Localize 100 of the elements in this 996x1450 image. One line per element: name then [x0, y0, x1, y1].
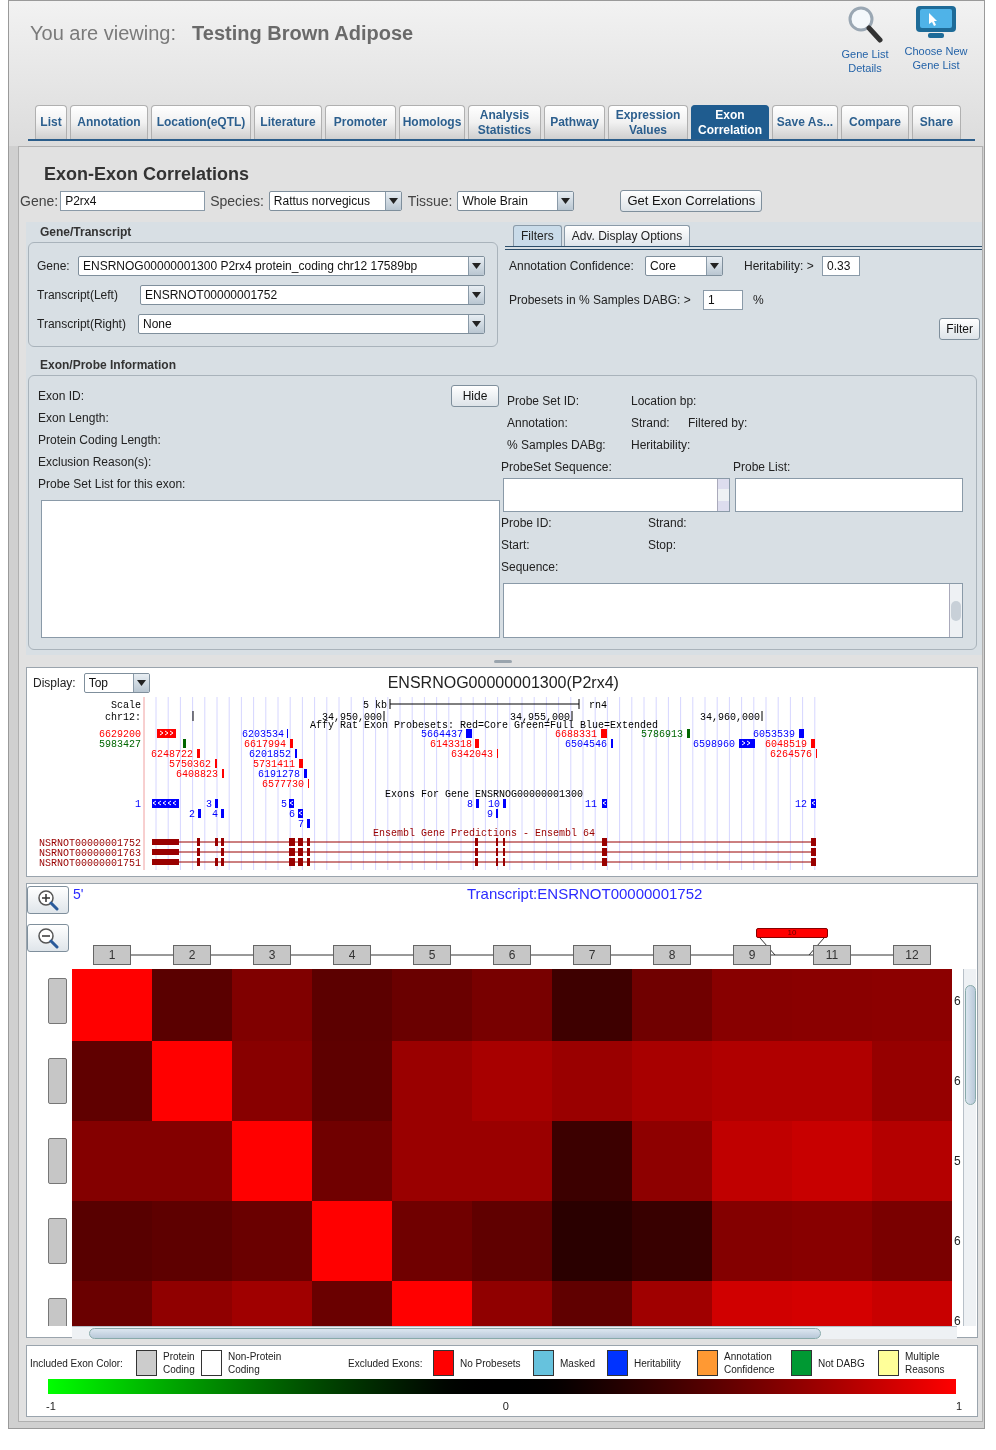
exon-button[interactable]: 7	[573, 945, 611, 965]
scrollbar[interactable]	[717, 479, 729, 511]
caret-icon	[472, 263, 481, 269]
heritability-field[interactable]: 0.33	[822, 256, 860, 276]
exon-button[interactable]: 2	[173, 945, 211, 965]
track-label: Ensembl Gene Predictions - Ensembl 64	[373, 828, 596, 839]
caret-icon	[710, 263, 719, 269]
tab[interactable]: Location(eQTL)	[151, 105, 251, 139]
exon-row-button[interactable]	[48, 1058, 67, 1104]
horizontal-scrollbar[interactable]	[72, 1326, 957, 1339]
filter-label: Heritability: >	[744, 258, 815, 275]
zoom-in-button[interactable]	[27, 886, 69, 914]
probeset-label: 5786913	[641, 729, 683, 740]
exon-label: 8	[467, 799, 473, 810]
split-handle[interactable]	[493, 659, 512, 663]
filter-button[interactable]: Filter	[939, 318, 980, 340]
filter-tab[interactable]: Adv. Display Options	[563, 225, 691, 246]
scale-tick-label: -1	[46, 1399, 56, 1414]
probeset-label: 6577730	[262, 779, 304, 790]
exon-label: 3	[206, 799, 212, 810]
exon-label: 11	[585, 799, 597, 810]
vertical-scrollbar[interactable]	[963, 969, 976, 1326]
filter-tab[interactable]: Filters	[513, 225, 562, 246]
get-exon-correlations-button[interactable]: Get Exon Correlations	[620, 190, 763, 212]
exon-button[interactable]: 5	[413, 945, 451, 965]
exon-button[interactable]: 9	[733, 945, 771, 965]
probeset-label: 6342043	[451, 749, 493, 760]
info-label: ProbeSet Sequence:	[501, 459, 613, 476]
hide-button[interactable]: Hide	[451, 385, 499, 407]
caret-icon	[472, 321, 481, 327]
probe-list-field[interactable]	[735, 478, 963, 512]
tab[interactable]: Share	[912, 105, 961, 139]
exon-button[interactable]: 12	[893, 945, 931, 965]
filter-label: Annotation Confidence:	[509, 258, 635, 275]
zoom-out-icon	[37, 927, 59, 949]
tab[interactable]: Expression Values	[608, 105, 688, 139]
exon-button[interactable]: 11	[813, 945, 851, 965]
gene-list-link[interactable]: Gene List Details	[839, 47, 891, 75]
annotation-dropdown[interactable]: Core	[645, 256, 723, 276]
transcript-dropdown[interactable]: ENSRNOG00000001300 P2rx4 protein_coding chr12 17589bp	[78, 256, 485, 276]
transcript-dropdown[interactable]: None	[138, 314, 485, 334]
exon-button[interactable]: 4	[333, 945, 371, 965]
info-label: Exon ID:	[38, 388, 85, 405]
field-label: Gene:	[37, 258, 71, 275]
probeset-label: 5731411	[253, 759, 295, 770]
exon-button[interactable]: 1	[93, 945, 131, 965]
exon-button[interactable]: 8	[653, 945, 691, 965]
tab[interactable]: Literature	[254, 105, 322, 139]
gene-list-link[interactable]: Choose New Gene List	[901, 44, 971, 72]
exon-label: 9	[487, 809, 493, 820]
species-dropdown[interactable]: Rattus norvegicus	[268, 191, 402, 211]
filter-label: Probesets in % Samples DABG: >	[509, 292, 692, 309]
exon-label: 1	[135, 799, 141, 810]
info-label: Strand:	[648, 515, 687, 532]
probeset-label: 5750362	[169, 759, 211, 770]
info-label: Probe Set List for this exon:	[38, 476, 186, 493]
legend-label: No Probesets	[460, 1357, 522, 1370]
info-label: Probe ID:	[501, 515, 553, 532]
scrollbar[interactable]	[949, 584, 962, 637]
exon-row-button[interactable]	[48, 1138, 67, 1184]
tab[interactable]: Save As...	[772, 105, 838, 139]
exon-bar	[152, 799, 179, 808]
tab[interactable]: Homologs	[399, 105, 465, 139]
exon-row-button[interactable]	[48, 978, 67, 1024]
transcript-label: NSRNOT00000001752	[38, 838, 141, 849]
info-label: Probe Set ID:	[507, 393, 581, 410]
probeset-label: 5983427	[99, 739, 141, 750]
legend-label: Excluded Exons:	[348, 1357, 424, 1370]
tab[interactable]: Analysis Statistics	[468, 105, 541, 139]
tab[interactable]: Annotation	[70, 105, 148, 139]
probeset-label: 6203534	[242, 729, 284, 740]
tab[interactable]: List	[35, 105, 67, 139]
exon-bar	[221, 809, 224, 818]
legend-label: Included Exon Color:	[30, 1357, 124, 1370]
info-label: Exon Length:	[38, 410, 109, 427]
legend-label: Multiple Reasons	[905, 1350, 945, 1376]
probeset-sequence-field[interactable]	[503, 478, 730, 512]
probeset-label: 5664437	[421, 729, 463, 740]
dabg-field[interactable]: 1	[703, 290, 743, 310]
exon-button[interactable]: 6	[493, 945, 531, 965]
tab[interactable]: Exon Correlation	[691, 105, 769, 139]
exon-bar	[198, 809, 201, 818]
exon-label: 10	[488, 799, 500, 810]
display-dropdown[interactable]: Top	[83, 672, 150, 693]
percent-label: %	[753, 292, 764, 309]
tissue-dropdown[interactable]: Whole Brain	[457, 191, 575, 211]
sequence-box[interactable]	[503, 583, 963, 638]
tab[interactable]: Promoter	[325, 105, 396, 139]
transcript-dropdown[interactable]: ENSRNOT00000001752	[140, 285, 485, 305]
exon-bar	[298, 809, 303, 818]
zoom-out-button[interactable]	[27, 924, 69, 952]
exon-row-button[interactable]	[48, 1218, 67, 1264]
assembly-label: rn4	[589, 700, 607, 711]
info-label: Stop:	[648, 537, 677, 554]
exon-button[interactable]: 3	[253, 945, 291, 965]
tab[interactable]: Compare	[841, 105, 909, 139]
tab[interactable]: Pathway	[544, 105, 605, 139]
track-label: Exons For Gene ENSRNOG00000001300	[385, 789, 584, 800]
gene-field[interactable]: P2rx4	[60, 191, 206, 211]
probeset-label: 6617994	[244, 739, 286, 750]
